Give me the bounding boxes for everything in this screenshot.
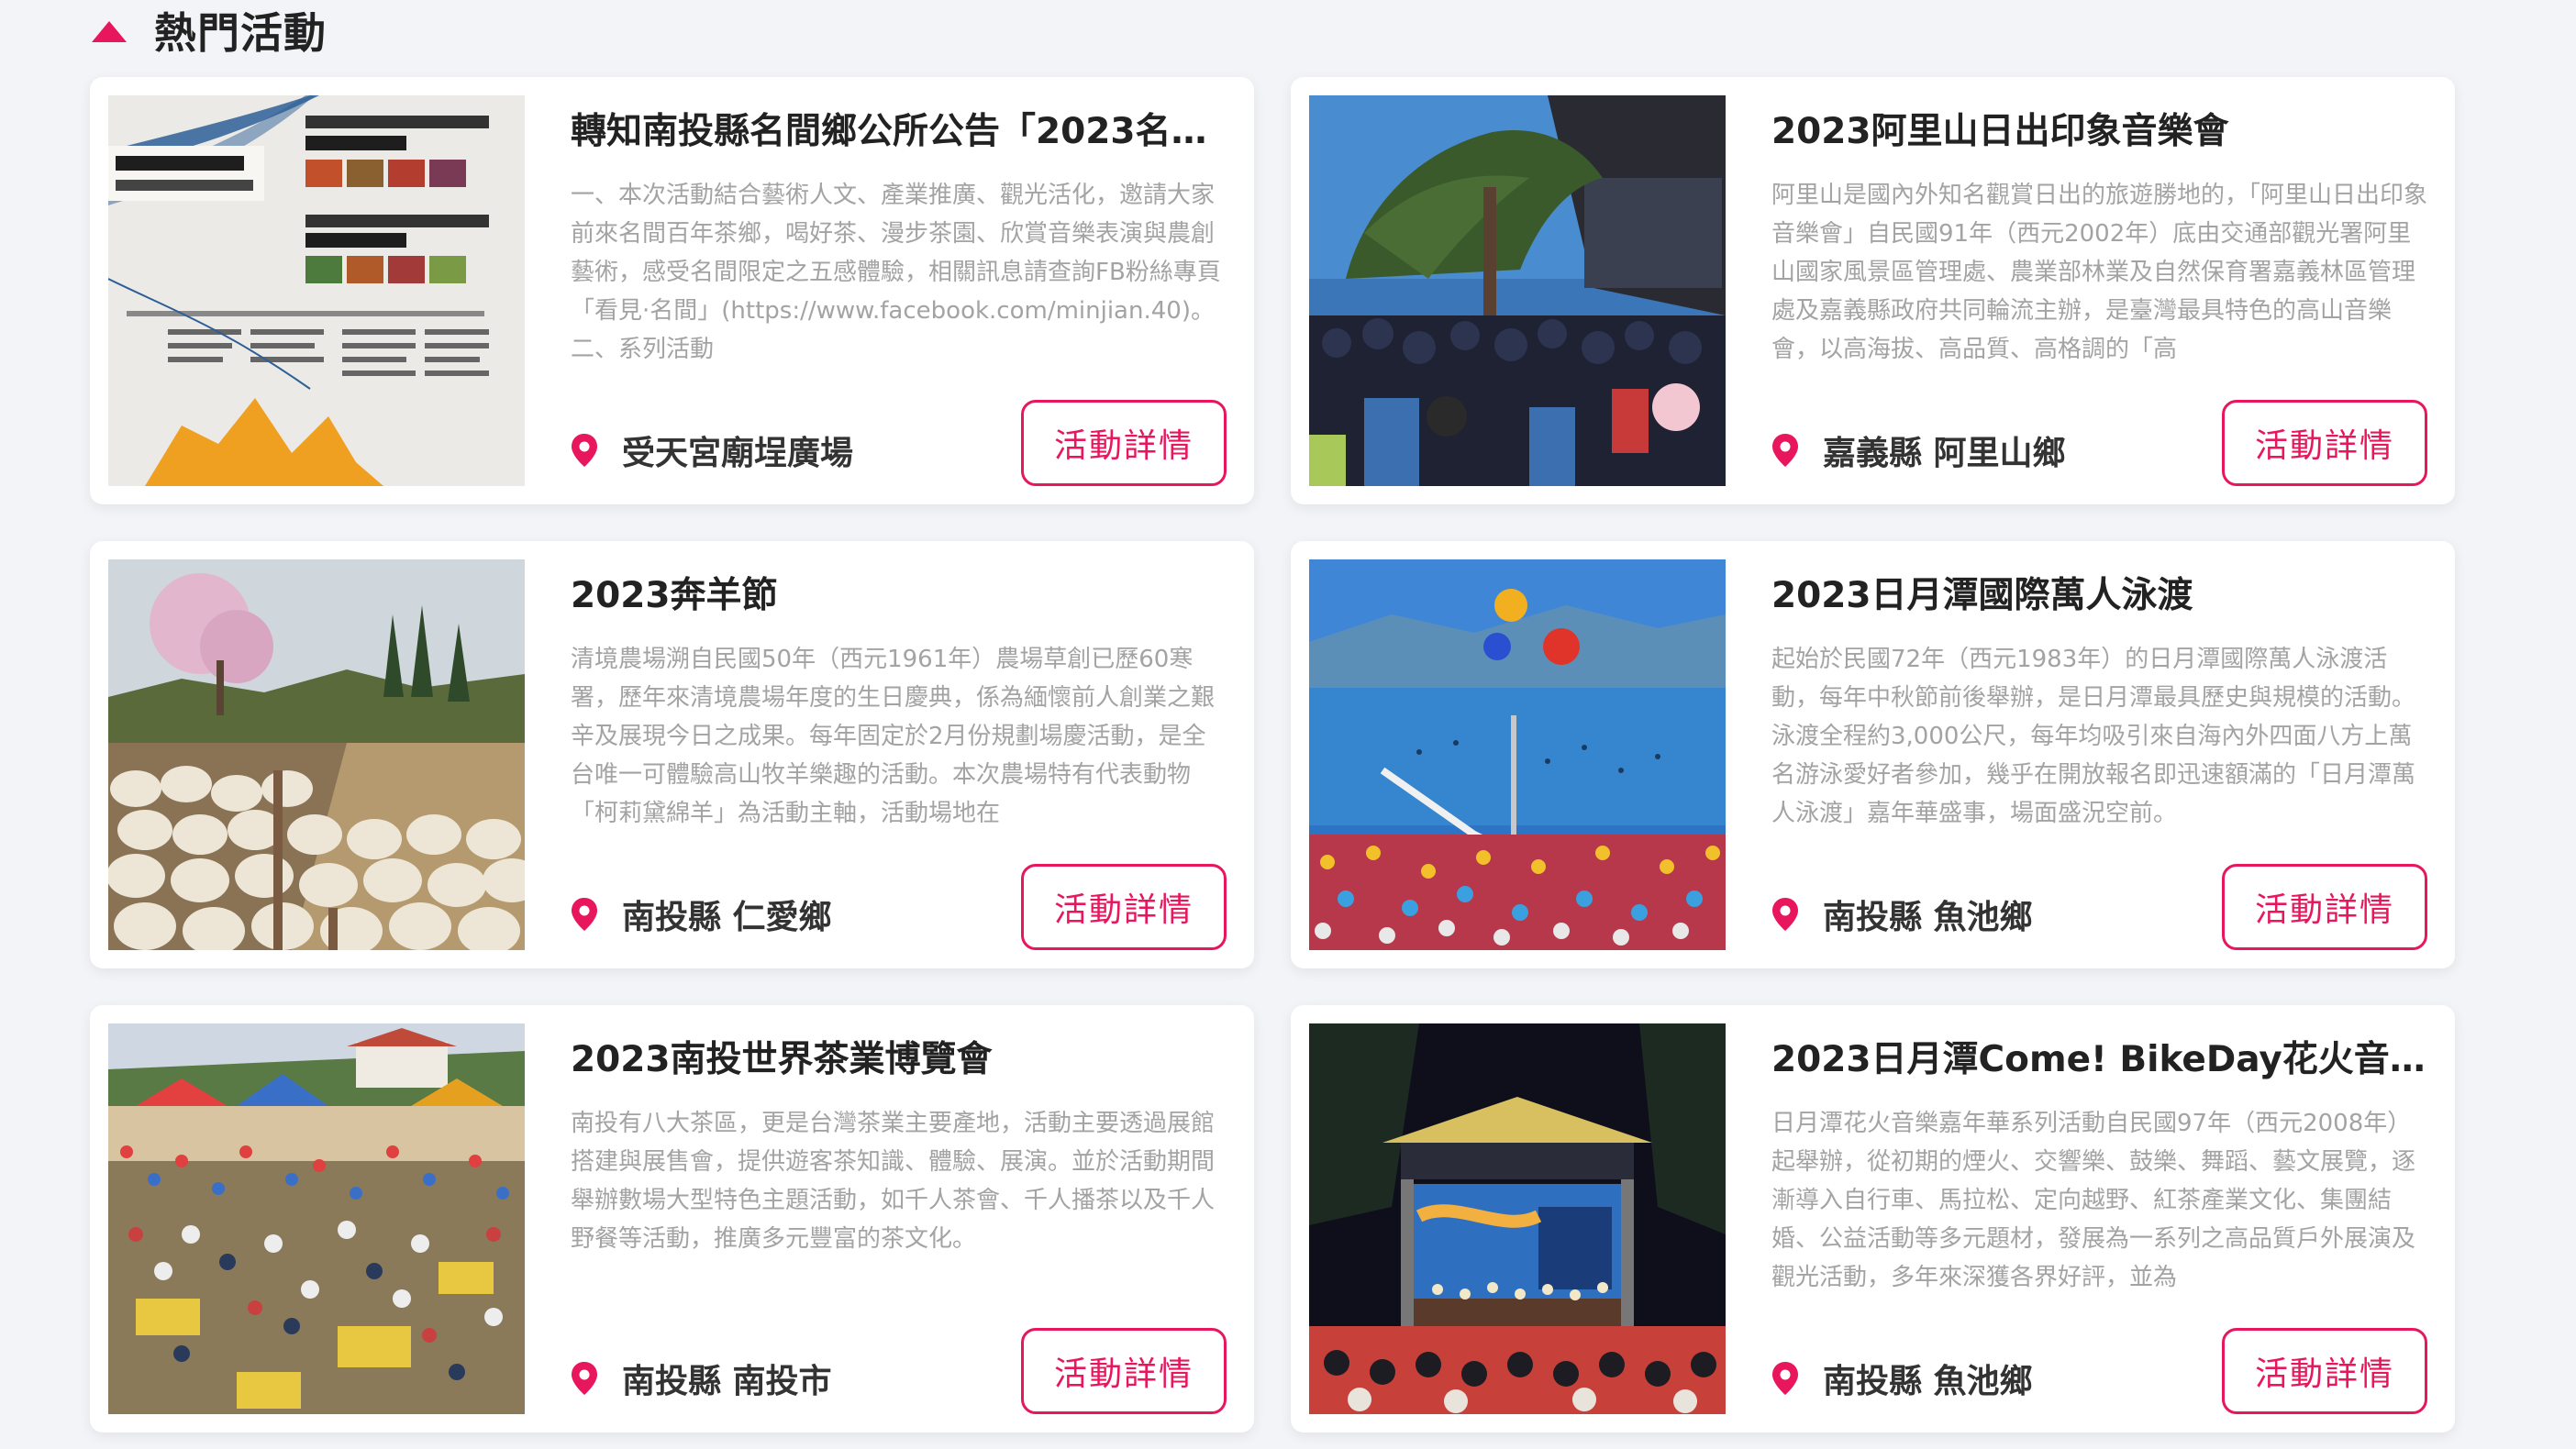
event-info: 2023阿里山日出印象音樂會 阿里山是國內外知名觀賞日出的旅遊勝地的，「阿里山日…: [1771, 105, 2427, 369]
event-details-button[interactable]: 活動詳情: [1021, 400, 1227, 486]
map-pin-icon: [572, 434, 597, 467]
event-card[interactable]: 2023阿里山日出印象音樂會 阿里山是國內外知名觀賞日出的旅遊勝地的，「阿里山日…: [1291, 77, 2455, 504]
event-description: 阿里山是國內外知名觀賞日出的旅遊勝地的，「阿里山日出印象音樂會」自民國91年（西…: [1771, 182, 2427, 363]
event-description: 一、本次活動結合藝術人文、產業推廣、觀光活化，邀請大家前來名間百年茶鄉，喝好茶、…: [571, 182, 1221, 363]
event-photo[interactable]: [1309, 559, 1726, 950]
event-location: 嘉義縣 阿里山鄉: [1771, 426, 2066, 474]
map-pin-icon: [572, 1362, 597, 1395]
event-details-button[interactable]: 活動詳情: [1021, 864, 1227, 950]
event-description: 日月潭花火音樂嘉年華系列活動自民國97年（西元2008年）起舉辦，從初期的煙火、…: [1771, 1110, 2416, 1291]
event-location-text: 南投縣 南投市: [622, 1363, 832, 1400]
event-description: 南投有八大茶區，更是台灣茶業主要產地，活動主要透過展館搭建與展售會，提供遊客茶知…: [571, 1110, 1216, 1253]
event-location-text: 南投縣 魚池鄉: [1823, 899, 2033, 936]
event-location-text: 南投縣 魚池鄉: [1823, 1363, 2033, 1400]
event-location: 南投縣 南投市: [571, 1355, 832, 1402]
event-location: 南投縣 魚池鄉: [1771, 890, 2033, 938]
event-title[interactable]: 2023阿里山日出印象音樂會: [1771, 105, 2427, 160]
event-location-text: 嘉義縣 阿里山鄉: [1823, 435, 2066, 472]
event-grid: 轉知南投縣名間鄉公所公告「2023名間百年茶鄉-點燈儀式晚會」 一、本次活動結合…: [90, 77, 2455, 1432]
event-details-button[interactable]: 活動詳情: [2222, 400, 2427, 486]
event-photo[interactable]: [108, 559, 525, 950]
map-pin-icon: [1772, 1362, 1798, 1395]
event-info: 轉知南投縣名間鄉公所公告「2023名間百年茶鄉-點燈儀式晚會」 一、本次活動結合…: [571, 105, 1227, 369]
event-location-text: 南投縣 仁愛鄉: [622, 899, 832, 936]
event-card[interactable]: 2023奔羊節 清境農場溯自民國50年（西元1961年）農場草創已歷60寒署，歷…: [90, 541, 1254, 968]
map-pin-icon: [1772, 434, 1798, 467]
event-title[interactable]: 2023奔羊節: [571, 569, 1227, 624]
event-location-text: 受天宮廟埕廣場: [622, 435, 854, 472]
event-card[interactable]: 2023日月潭國際萬人泳渡 起始於民國72年（西元1983年）的日月潭國際萬人泳…: [1291, 541, 2455, 968]
event-info: 2023奔羊節 清境農場溯自民國50年（西元1961年）農場草創已歷60寒署，歷…: [571, 569, 1227, 833]
section-header: 熱門活動: [92, 0, 327, 61]
event-location: 南投縣 魚池鄉: [1771, 1355, 2033, 1402]
event-photo[interactable]: [1309, 95, 1726, 486]
event-photo[interactable]: [1309, 1023, 1726, 1414]
event-location: 受天宮廟埕廣場: [571, 426, 853, 474]
map-pin-icon: [1772, 898, 1798, 931]
event-info: 2023日月潭國際萬人泳渡 起始於民國72年（西元1983年）的日月潭國際萬人泳…: [1771, 569, 2427, 833]
event-card[interactable]: 轉知南投縣名間鄉公所公告「2023名間百年茶鄉-點燈儀式晚會」 一、本次活動結合…: [90, 77, 1254, 504]
event-photo[interactable]: [108, 1023, 525, 1414]
event-info: 2023日月潭Come! BikeDay花火音樂嘉年華 日月潭花火音樂嘉年華系列…: [1771, 1033, 2427, 1297]
event-details-button[interactable]: 活動詳情: [2222, 864, 2427, 950]
map-pin-icon: [572, 898, 597, 931]
section-title: 熱門活動: [154, 8, 327, 58]
event-title[interactable]: 轉知南投縣名間鄉公所公告「2023名間百年茶鄉-點燈儀式晚會」: [571, 105, 1227, 160]
event-description: 清境農場溯自民國50年（西元1961年）農場草創已歷60寒署，歷年來清境農場年度…: [571, 646, 1216, 827]
event-description: 起始於民國72年（西元1983年）的日月潭國際萬人泳渡活動，每年中秋節前後舉辦，…: [1771, 646, 2416, 827]
event-card[interactable]: 2023日月潭Come! BikeDay花火音樂嘉年華 日月潭花火音樂嘉年華系列…: [1291, 1005, 2455, 1432]
event-title[interactable]: 2023日月潭Come! BikeDay花火音樂嘉年華: [1771, 1033, 2427, 1088]
event-card[interactable]: 2023南投世界茶業博覽會 南投有八大茶區，更是台灣茶業主要產地，活動主要透過展…: [90, 1005, 1254, 1432]
event-details-button[interactable]: 活動詳情: [1021, 1328, 1227, 1414]
event-info: 2023南投世界茶業博覽會 南投有八大茶區，更是台灣茶業主要產地，活動主要透過展…: [571, 1033, 1227, 1297]
event-location: 南投縣 仁愛鄉: [571, 890, 832, 938]
event-photo[interactable]: [108, 95, 525, 486]
event-title[interactable]: 2023南投世界茶業博覽會: [571, 1033, 1227, 1088]
event-title[interactable]: 2023日月潭國際萬人泳渡: [1771, 569, 2427, 624]
event-details-button[interactable]: 活動詳情: [2222, 1328, 2427, 1414]
triangle-up-icon: [92, 20, 127, 42]
